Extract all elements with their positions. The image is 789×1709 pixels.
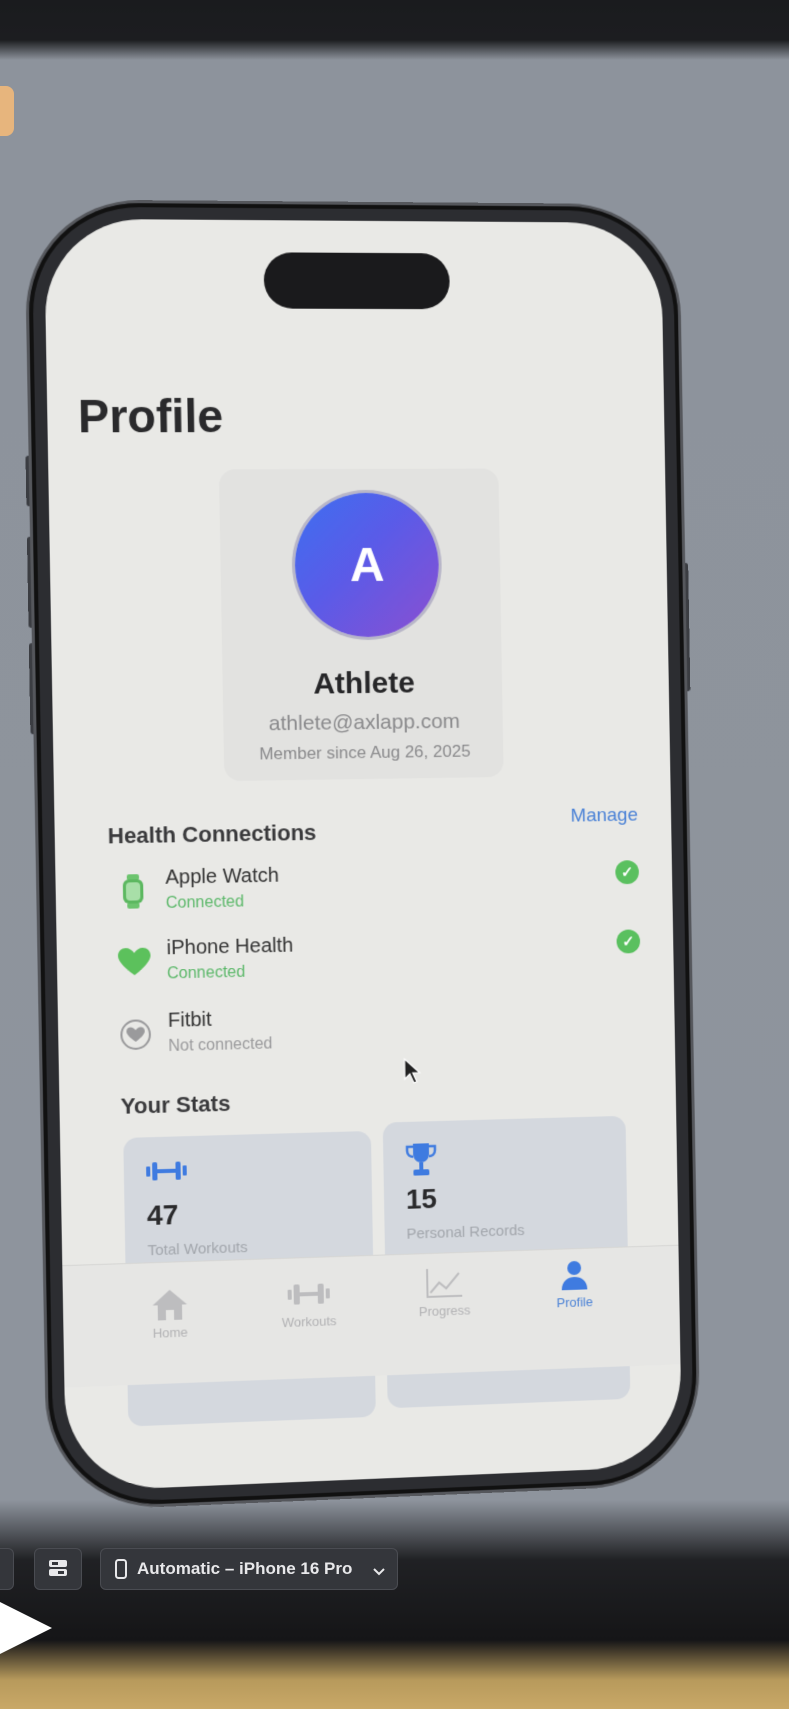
dumbbell-icon [253, 1272, 364, 1316]
iphone-icon [115, 1559, 127, 1584]
connection-status: Connected [166, 963, 246, 983]
mouse-cursor [404, 1058, 424, 1089]
tab-home[interactable]: Home [114, 1283, 226, 1342]
tab-label: Progress [418, 1302, 471, 1320]
connection-row-fitbit[interactable]: Fitbit Not connected [119, 999, 642, 1072]
device-selector-label: Automatic – iPhone 16 Pro [137, 1559, 353, 1578]
heart-outline-icon [119, 1018, 152, 1051]
profile-email: athlete@axlapp.com [268, 709, 461, 736]
dynamic-island [263, 252, 451, 310]
trophy-icon [405, 1143, 437, 1183]
window-corner-chip [0, 86, 14, 136]
manage-button[interactable]: Manage [570, 805, 638, 828]
app-screen: Profile A Athlete athlete@axlapp.com Mem… [43, 218, 683, 1492]
connection-status: Not connected [168, 1035, 273, 1056]
device-variants-icon [48, 1558, 68, 1583]
health-connections-heading: Health Connections [107, 819, 317, 849]
avatar[interactable]: A [293, 492, 440, 638]
connection-label: iPhone Health [166, 934, 294, 960]
connection-row-apple-watch[interactable]: Apple Watch Connected ✓ [116, 858, 640, 928]
connection-status: Connected [165, 893, 245, 912]
tab-progress[interactable]: Progress [389, 1262, 499, 1321]
page-title: Profile [77, 389, 224, 443]
device-selector[interactable]: Automatic – iPhone 16 Pro [100, 1548, 398, 1590]
connection-label: Fitbit [167, 1008, 212, 1032]
profile-name: Athlete [312, 666, 416, 701]
your-stats-heading: Your Stats [120, 1090, 231, 1119]
chart-icon [389, 1262, 499, 1306]
toolbar-left-button[interactable] [0, 1548, 14, 1590]
tab-label: Home [152, 1324, 188, 1341]
tab-bar: Home Workouts Progress Profile [62, 1244, 681, 1388]
checkmark-icon: ✓ [615, 860, 640, 885]
stat-caption: Total Workouts [147, 1238, 248, 1260]
variants-button[interactable] [34, 1548, 82, 1590]
heart-icon [117, 946, 151, 979]
connection-label: Apple Watch [165, 864, 280, 889]
chevron-down-icon [373, 1563, 385, 1581]
play-icon[interactable] [0, 1602, 52, 1654]
tab-profile[interactable]: Profile [520, 1253, 629, 1311]
home-icon [114, 1283, 226, 1327]
tab-workouts[interactable]: Workouts [253, 1272, 364, 1331]
stat-value: 47 [146, 1198, 179, 1232]
connection-row-iphone-health[interactable]: iPhone Health Connected ✓ [117, 927, 641, 998]
dumbbell-icon [146, 1158, 187, 1188]
watch-icon [117, 874, 150, 909]
avatar-initial: A [349, 538, 385, 592]
person-icon [520, 1253, 629, 1296]
tab-label: Profile [556, 1294, 593, 1311]
tab-label: Workouts [281, 1313, 337, 1331]
iphone-simulator: Profile A Athlete athlete@axlapp.com Mem… [25, 202, 699, 1509]
stat-caption: Personal Records [406, 1221, 525, 1243]
stat-value: 15 [405, 1182, 438, 1215]
checkmark-icon: ✓ [616, 929, 641, 954]
